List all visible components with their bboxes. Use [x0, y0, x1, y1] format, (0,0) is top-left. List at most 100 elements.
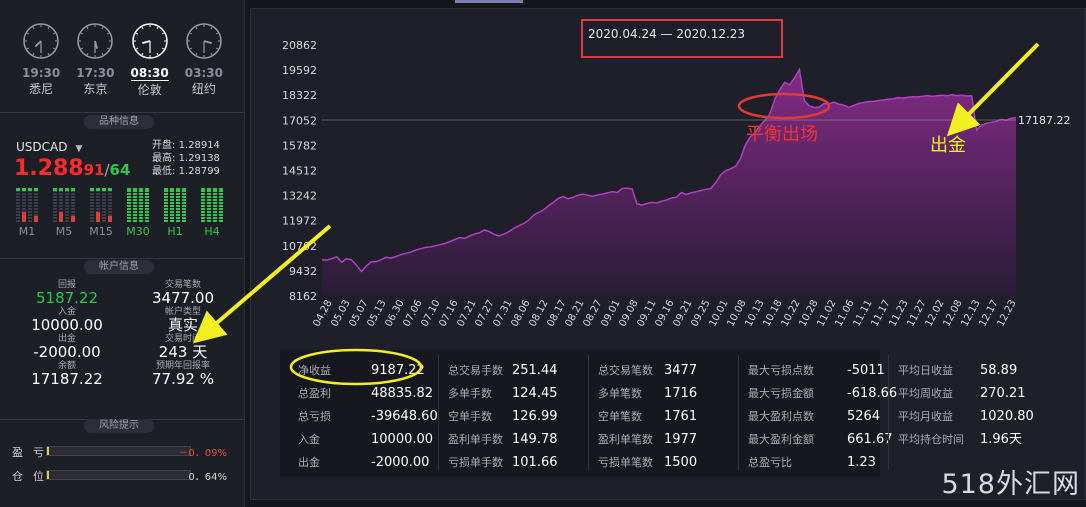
stat-value: 5264: [847, 409, 881, 424]
stats-row: 总交易手数 251.44: [448, 359, 558, 382]
column-divider: [738, 355, 739, 470]
stat-value: 48835.82: [371, 386, 434, 401]
stats-row: 平均周收益 270.21: [898, 382, 1034, 405]
stat-label: 平均月收益: [898, 410, 953, 423]
y-tick-label: 20862: [282, 39, 317, 52]
stat-value: -2000.00: [371, 455, 430, 470]
last-value-label: 17187.22: [1018, 114, 1071, 127]
stat-value: 251.44: [512, 363, 558, 378]
watermark: 518外汇网: [941, 469, 1080, 500]
stat-value: 1761: [664, 409, 698, 424]
stat-label: 平均持仓时间: [898, 433, 964, 446]
risk-position: 仓位 0．64%: [12, 468, 237, 483]
stat-label: 盈利单手数: [448, 433, 503, 446]
stat-label: 总盈亏比: [748, 456, 792, 469]
stats-row: 最大亏损点数 -5011: [748, 359, 897, 382]
stats-row: 平均日收益 58.89: [898, 359, 1034, 382]
stat-label: 总交易笔数: [598, 364, 653, 377]
y-tick-label: 9432: [289, 265, 317, 278]
stat-value: 1500: [664, 455, 698, 470]
stat-value: -5011: [847, 363, 885, 378]
y-tick-label: 18322: [282, 89, 317, 102]
stat-value: -39648.60: [371, 409, 438, 424]
stats-row: 入金 10000.00: [298, 428, 438, 451]
stats-row: 盈利单手数 149.78: [448, 428, 558, 451]
stats-row: 出金 -2000.00: [298, 451, 438, 474]
stats-row: 最大亏损金额 -618.66: [748, 382, 897, 405]
equity-chart: 20862 19592 18322 17052 15782 14512 13242 11972…: [192, 19, 1071, 344]
stat-label: 出金: [298, 456, 320, 469]
stat-label: 最大亏损金额: [748, 387, 814, 400]
risk-pnl-bar: [46, 446, 191, 456]
stats-column: 平均日收益 58.89 平均周收益 270.21 平均月收益 1020.80 平均持仓时间 1…: [898, 359, 1034, 451]
equity-area: [322, 69, 1016, 296]
stats-row: 多单手数 124.45: [448, 382, 558, 405]
stat-label: 亏损单手数: [448, 456, 503, 469]
stat-label: 盈利单笔数: [598, 433, 653, 446]
stat-label: 净收益: [298, 364, 331, 377]
column-divider: [888, 355, 889, 470]
stats-row: 平均月收益 1020.80: [898, 405, 1034, 428]
risk-section-title: 风险提示: [84, 419, 154, 433]
stats-row: 总亏损 -39648.60: [298, 405, 438, 428]
stats-row: 空单笔数 1761: [598, 405, 697, 428]
stat-value: 58.89: [980, 363, 1018, 378]
risk-position-value: 0．64%: [188, 472, 227, 483]
stat-label: 最大亏损点数: [748, 364, 814, 377]
stat-value: 101.66: [512, 455, 558, 470]
account-field-value: 17187.22: [31, 370, 103, 388]
stat-value: 1977: [664, 432, 698, 447]
stats-row: 总盈亏比 1.23: [748, 451, 897, 474]
stat-value: 126.99: [512, 409, 558, 424]
stats-column: 总交易手数 251.44 多单手数 124.45 空单手数 126.99 盈利单手数 149.…: [448, 359, 558, 474]
stat-label: 平均周收益: [898, 387, 953, 400]
stats-row: 总交易笔数 3477: [598, 359, 697, 382]
stats-row: 净收益 9187.22: [298, 359, 438, 382]
stat-label: 平均日收益: [898, 364, 953, 377]
stat-label: 总亏损: [298, 410, 331, 423]
stat-label: 空单手数: [448, 410, 492, 423]
stat-value: 124.45: [512, 386, 558, 401]
stat-value: 1020.80: [980, 409, 1034, 424]
stat-value: 1716: [664, 386, 698, 401]
stat-label: 多单笔数: [598, 387, 642, 400]
stat-value: 10000.00: [371, 432, 434, 447]
stats-row: 空单手数 126.99: [448, 405, 558, 428]
stat-label: 总盈利: [298, 387, 331, 400]
column-divider: [438, 355, 439, 470]
stats-column: 最大亏损点数 -5011 最大亏损金额 -618.66 最大盈利点数 5264 最大盈利金额…: [748, 359, 897, 474]
stat-value: 661.67: [847, 432, 893, 447]
y-tick-label: 14512: [282, 165, 317, 178]
y-tick-label: 13242: [282, 190, 317, 203]
y-tick-label: 17052: [282, 114, 317, 127]
y-tick-label: 19592: [282, 64, 317, 77]
stats-row: 最大盈利金额 661.67: [748, 428, 897, 451]
exit-annotation: 平衡出场: [746, 124, 818, 145]
stats-table: 净收益 9187.22 总盈利 48835.82 总亏损 -39648.60 入金 10000…: [280, 350, 1034, 477]
stat-label: 最大盈利金额: [748, 433, 814, 446]
stats-column: 净收益 9187.22 总盈利 48835.82 总亏损 -39648.60 入金 10000…: [298, 359, 438, 474]
stat-label: 亏损单笔数: [598, 456, 653, 469]
stats-row: 盈利单笔数 1977: [598, 428, 697, 451]
risk-pnl-value: －0．09%: [178, 448, 227, 459]
stats-row: 亏损单手数 101.66: [448, 451, 558, 474]
stats-row: 总盈利 48835.82: [298, 382, 438, 405]
account-field-value: 77.92 %: [152, 370, 214, 388]
y-tick-label: 15782: [282, 139, 317, 152]
stat-label: 多单手数: [448, 387, 492, 400]
stat-label: 入金: [298, 433, 320, 446]
stat-value: 149.78: [512, 432, 558, 447]
chart-title: 2020.04.24 — 2020.12.23: [588, 27, 745, 41]
stat-value: 1.23: [847, 455, 876, 470]
risk-pnl: 盈亏 －0．09%: [12, 444, 237, 459]
stat-label: 空单笔数: [598, 410, 642, 423]
stat-value: 270.21: [980, 386, 1026, 401]
stat-label: 总交易手数: [448, 364, 503, 377]
account-arrow: [192, 224, 332, 344]
stats-column: 总交易笔数 3477 多单笔数 1716 空单笔数 1761 盈利单笔数 1977 亏损单笔数 1…: [598, 359, 697, 474]
stats-row: 平均持仓时间 1.96天: [898, 428, 1034, 451]
stats-row: 亏损单笔数 1500: [598, 451, 697, 474]
stat-value: 1.96天: [980, 432, 1022, 447]
stat-value: 3477: [664, 363, 698, 378]
stat-value: -618.66: [847, 386, 898, 401]
